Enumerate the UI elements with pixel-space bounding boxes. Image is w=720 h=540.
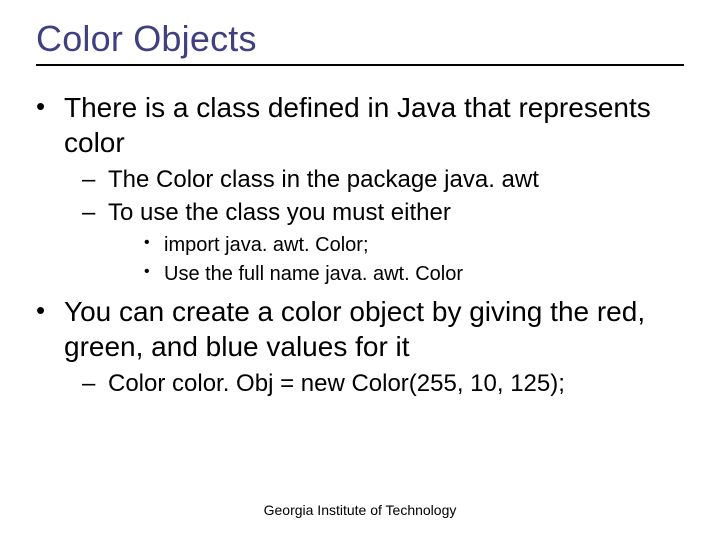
bullet-text: import java. awt. Color; — [164, 234, 369, 256]
slide: Color Objects There is a class defined i… — [0, 0, 720, 540]
bullet-text: The Color class in the package java. awt — [108, 166, 539, 193]
bullet-text: You can create a color object by giving … — [64, 296, 645, 362]
slide-title: Color Objects — [36, 18, 684, 60]
bullet-list-level2: The Color class in the package java. awt… — [64, 164, 684, 288]
list-item: The Color class in the package java. awt — [82, 164, 684, 195]
bullet-text: To use the class you must either — [108, 199, 451, 226]
bullet-list-level1: There is a class defined in Java that re… — [36, 90, 684, 400]
bullet-list-level2: Color color. Obj = new Color(255, 10, 12… — [64, 368, 684, 399]
list-item: import java. awt. Color; — [144, 232, 684, 259]
title-underline — [36, 64, 684, 66]
list-item: You can create a color object by giving … — [36, 294, 684, 399]
bullet-list-level3: import java. awt. Color; Use the full na… — [108, 232, 684, 288]
slide-body: There is a class defined in Java that re… — [36, 90, 684, 406]
list-item: There is a class defined in Java that re… — [36, 90, 684, 288]
bullet-text: There is a class defined in Java that re… — [64, 92, 651, 158]
bullet-text: Color color. Obj = new Color(255, 10, 12… — [108, 370, 565, 397]
title-block: Color Objects — [36, 18, 684, 66]
slide-footer: Georgia Institute of Technology — [0, 502, 720, 518]
list-item: Color color. Obj = new Color(255, 10, 12… — [82, 368, 684, 399]
bullet-text: Use the full name java. awt. Color — [164, 263, 463, 285]
list-item: To use the class you must either import … — [82, 197, 684, 288]
list-item: Use the full name java. awt. Color — [144, 261, 684, 288]
